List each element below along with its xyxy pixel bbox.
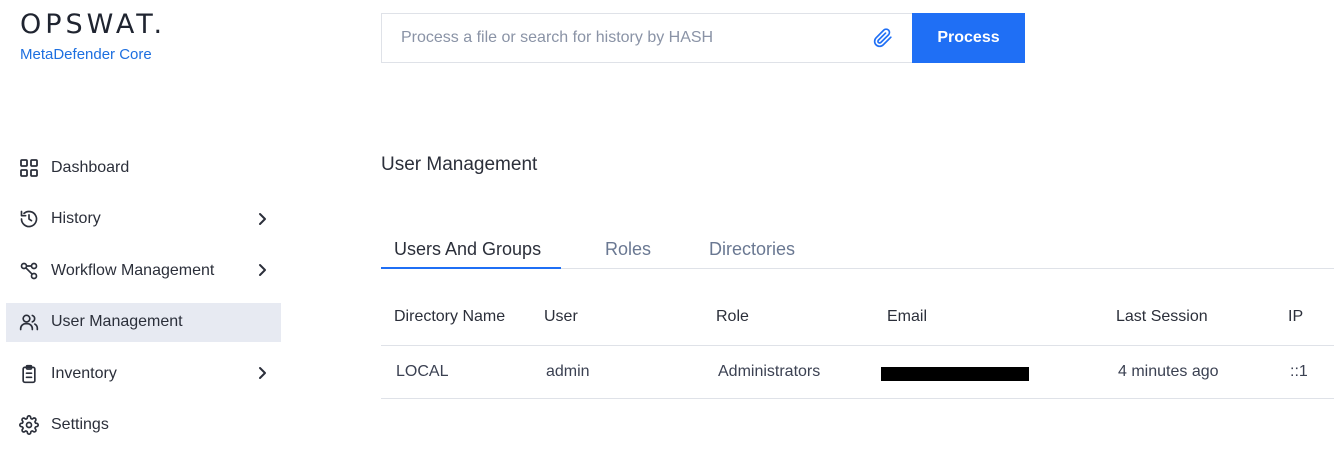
sidebar-item-history[interactable]: History bbox=[6, 200, 281, 239]
column-header-directory-name[interactable]: Directory Name bbox=[394, 308, 505, 326]
logo-wordmark: OPSWAT. bbox=[20, 9, 167, 40]
clipboard-icon bbox=[19, 364, 39, 384]
workflow-icon bbox=[19, 261, 39, 281]
sidebar-item-workflow-management[interactable]: Workflow Management bbox=[6, 251, 281, 290]
tab-directories[interactable]: Directories bbox=[709, 230, 795, 269]
tab-bar: Users And Groups Roles Directories bbox=[381, 230, 1334, 269]
active-tab-indicator bbox=[381, 267, 561, 269]
product-name: MetaDefender Core bbox=[20, 46, 152, 63]
sidebar: Dashboard History Workflow Management Us bbox=[6, 148, 281, 457]
sidebar-item-label: Dashboard bbox=[51, 158, 130, 176]
chevron-right-icon[interactable] bbox=[255, 263, 269, 277]
sidebar-item-settings[interactable]: Settings bbox=[6, 406, 281, 445]
cell-ip: ::1 bbox=[1290, 363, 1308, 380]
sidebar-item-label: Workflow Management bbox=[51, 261, 215, 279]
cell-email-redacted bbox=[881, 367, 1029, 381]
paperclip-icon[interactable] bbox=[872, 27, 894, 49]
cell-user: admin bbox=[546, 363, 590, 380]
history-icon bbox=[19, 209, 39, 229]
cell-role: Administrators bbox=[718, 363, 821, 380]
search-bar bbox=[381, 13, 912, 63]
process-button[interactable]: Process bbox=[912, 13, 1025, 63]
tab-users-and-groups[interactable]: Users And Groups bbox=[394, 230, 541, 269]
column-header-user[interactable]: User bbox=[544, 308, 578, 326]
users-icon bbox=[19, 312, 39, 332]
sidebar-item-label: Settings bbox=[51, 416, 109, 433]
chevron-right-icon[interactable] bbox=[255, 366, 269, 380]
column-header-last-session[interactable]: Last Session bbox=[1116, 308, 1208, 326]
search-input[interactable] bbox=[382, 14, 872, 62]
cell-last-session: 4 minutes ago bbox=[1118, 363, 1219, 380]
users-table: Directory Name User Role Email Last Sess… bbox=[381, 291, 1334, 399]
grid-icon bbox=[19, 158, 39, 178]
page-title: User Management bbox=[381, 154, 538, 175]
sidebar-item-dashboard[interactable]: Dashboard bbox=[6, 148, 281, 187]
sidebar-item-inventory[interactable]: Inventory bbox=[6, 354, 281, 393]
column-header-role[interactable]: Role bbox=[716, 308, 749, 326]
sidebar-item-label: Inventory bbox=[51, 364, 117, 382]
logo[interactable]: OPSWAT. MetaDefender Core bbox=[20, 8, 166, 63]
tab-roles[interactable]: Roles bbox=[605, 230, 651, 269]
sidebar-item-label: User Management bbox=[51, 313, 183, 330]
table-row[interactable]: LOCAL admin Administrators 4 minutes ago… bbox=[381, 346, 1334, 399]
sidebar-item-user-management[interactable]: User Management bbox=[6, 302, 281, 342]
gear-icon bbox=[19, 415, 39, 435]
column-header-ip[interactable]: IP bbox=[1288, 308, 1303, 326]
chevron-right-icon[interactable] bbox=[255, 212, 269, 226]
table-header: Directory Name User Role Email Last Sess… bbox=[381, 291, 1334, 346]
sidebar-item-label: History bbox=[51, 210, 101, 227]
column-header-email[interactable]: Email bbox=[887, 308, 927, 326]
cell-directory-name: LOCAL bbox=[396, 363, 449, 380]
